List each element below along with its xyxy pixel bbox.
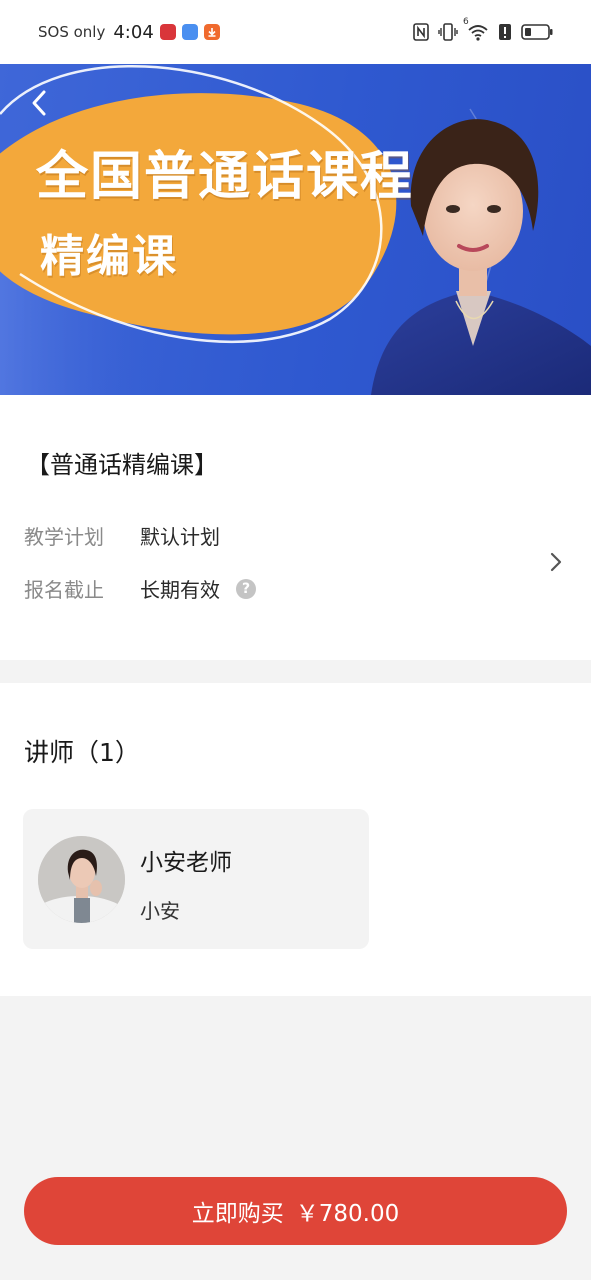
nfc-icon bbox=[413, 23, 429, 41]
teacher-photo bbox=[371, 119, 591, 395]
banner-title: 全国普通话课程 bbox=[36, 147, 415, 207]
vibrate-icon bbox=[438, 23, 458, 41]
carrier-text: SOS only bbox=[38, 23, 106, 41]
avatar bbox=[38, 836, 125, 923]
help-icon[interactable]: ? bbox=[236, 578, 256, 599]
teacher-subtitle: 小安 bbox=[140, 899, 180, 923]
deadline-row: 报名截止 长期有效 ? bbox=[24, 574, 256, 603]
deadline-label: 报名截止 bbox=[24, 578, 104, 602]
plan-row: 教学计划 默认计划 bbox=[24, 521, 220, 550]
plan-value: 默认计划 bbox=[140, 525, 220, 549]
status-left: SOS only 4:04 bbox=[38, 22, 220, 43]
screen: SOS only 4:04 6 全国普通话课程 精编课 【普通话精编课】 教学计… bbox=[0, 0, 591, 1280]
back-arrow-icon[interactable] bbox=[26, 88, 54, 118]
chevron-right-icon[interactable] bbox=[549, 551, 563, 573]
course-name: 【普通话精编课】 bbox=[26, 451, 218, 479]
buy-price: ￥780.00 bbox=[295, 1201, 400, 1227]
alert-icon bbox=[498, 23, 512, 41]
teacher-avatar-image bbox=[38, 836, 125, 923]
buy-now-button[interactable]: 立即购买 ￥780.00 bbox=[24, 1177, 567, 1245]
status-bar: SOS only 4:04 6 bbox=[0, 0, 591, 64]
battery-icon bbox=[521, 23, 553, 41]
browser-app-icon bbox=[181, 24, 198, 40]
plan-label: 教学计划 bbox=[24, 525, 104, 549]
status-right: 6 bbox=[413, 17, 553, 41]
teacher-section: 讲师（1） 小安老师 小安 bbox=[0, 683, 591, 996]
course-info-card[interactable]: 【普通话精编课】 教学计划 默认计划 报名截止 长期有效 ? bbox=[0, 395, 591, 660]
banner-subtitle: 精编课 bbox=[40, 231, 178, 282]
course-banner: 全国普通话课程 精编课 bbox=[0, 64, 591, 395]
wifi-icon: 6 bbox=[463, 17, 489, 41]
teacher-section-title: 讲师（1） bbox=[24, 738, 140, 767]
news-app-icon bbox=[159, 24, 176, 40]
teacher-name: 小安老师 bbox=[140, 850, 232, 876]
buy-now-label: 立即购买 bbox=[191, 1201, 284, 1227]
signal-badge: 6 bbox=[463, 17, 469, 27]
download-app-icon bbox=[203, 24, 220, 40]
teacher-item[interactable]: 小安老师 小安 bbox=[23, 809, 369, 949]
status-time: 4:04 bbox=[113, 21, 154, 43]
deadline-value: 长期有效 bbox=[140, 578, 220, 602]
